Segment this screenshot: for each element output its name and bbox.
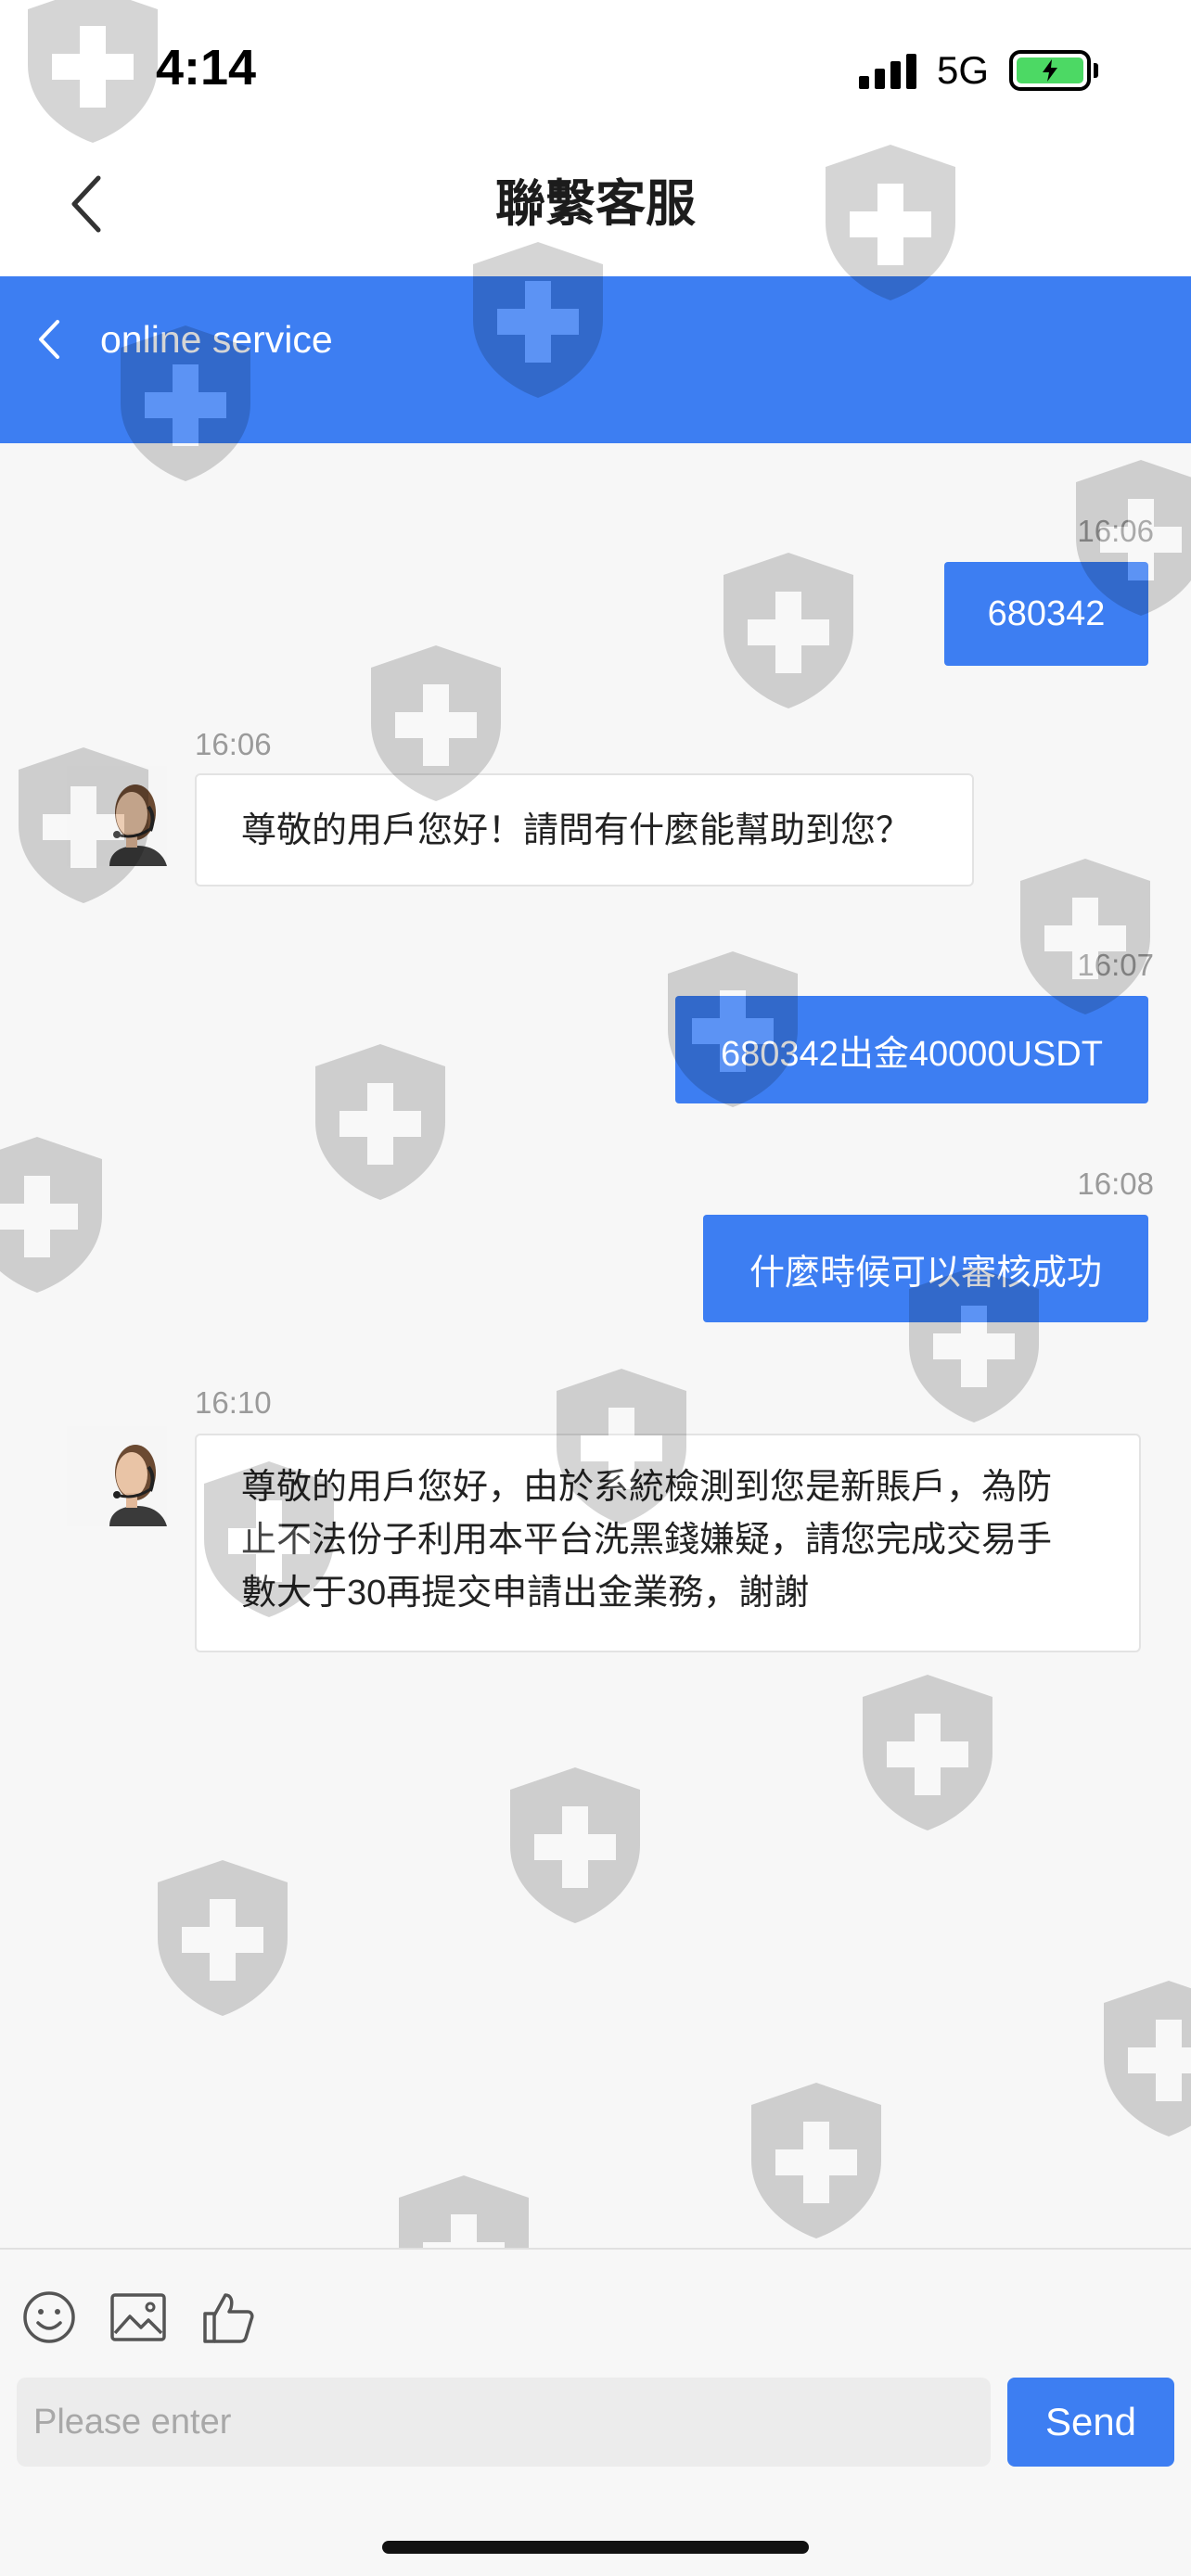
outgoing-message[interactable]: 什麼時候可以審核成功 — [703, 1215, 1148, 1322]
agent-avatar — [67, 1426, 167, 1526]
message-timestamp: 16:06 — [1077, 514, 1154, 548]
page-title: 聯繫客服 — [495, 176, 696, 232]
message-timestamp: 16:06 — [195, 727, 272, 761]
composer-tools — [20, 2289, 256, 2346]
message-timestamp: 16:07 — [1077, 948, 1154, 982]
outgoing-message[interactable]: 680342出金40000USDT — [675, 996, 1148, 1103]
navigation-bar: 聯繫客服 — [0, 139, 1191, 276]
message-timestamp: 16:10 — [195, 1385, 272, 1420]
agent-avatar — [67, 766, 167, 866]
message-composer: Send — [0, 2248, 1191, 2576]
message-timestamp: 16:08 — [1077, 1167, 1154, 1201]
message-line: 止不法份子利用本平台洗黑錢嫌疑，請您完成交易手 — [241, 1521, 1053, 1560]
service-back-button[interactable] — [37, 312, 74, 367]
status-bar: 4:14 5G — [0, 0, 1191, 139]
status-indicators: 5G — [858, 46, 1098, 95]
chat-messages[interactable]: 16:06 680342 16:06 尊敬的用戶您好！請問有什麼能幫助到您？ 1… — [0, 443, 1191, 2248]
home-indicator[interactable] — [382, 2541, 809, 2554]
incoming-message[interactable]: 尊敬的用戶您好，由於系統檢測到您是新賬戶，為防 止不法份子利用本平台洗黑錢嫌疑，… — [195, 1434, 1141, 1652]
emoji-button[interactable] — [20, 2289, 78, 2346]
outgoing-message[interactable]: 680342 — [944, 562, 1148, 666]
service-title: online service — [100, 318, 333, 361]
status-time: 4:14 — [156, 40, 257, 96]
message-line: 尊敬的用戶您好，由於系統檢測到您是新賬戶，為防 — [241, 1468, 1053, 1507]
image-button[interactable] — [109, 2289, 167, 2346]
send-button[interactable]: Send — [1007, 2378, 1174, 2467]
chevron-left-icon — [39, 320, 59, 359]
cellular-signal-icon — [858, 52, 916, 89]
thumbs-up-button[interactable] — [198, 2289, 256, 2346]
message-input[interactable] — [17, 2378, 991, 2467]
network-type: 5G — [936, 48, 989, 92]
incoming-message[interactable]: 尊敬的用戶您好！請問有什麼能幫助到您？ — [195, 773, 974, 886]
message-line: 數大于30再提交申請出金業務，謝謝 — [241, 1574, 810, 1613]
image-icon — [110, 2293, 166, 2341]
battery-charging-icon — [1009, 50, 1098, 91]
service-header: online service — [0, 276, 1191, 443]
emoji-icon — [23, 2291, 75, 2343]
thumbs-up-icon — [203, 2293, 254, 2343]
